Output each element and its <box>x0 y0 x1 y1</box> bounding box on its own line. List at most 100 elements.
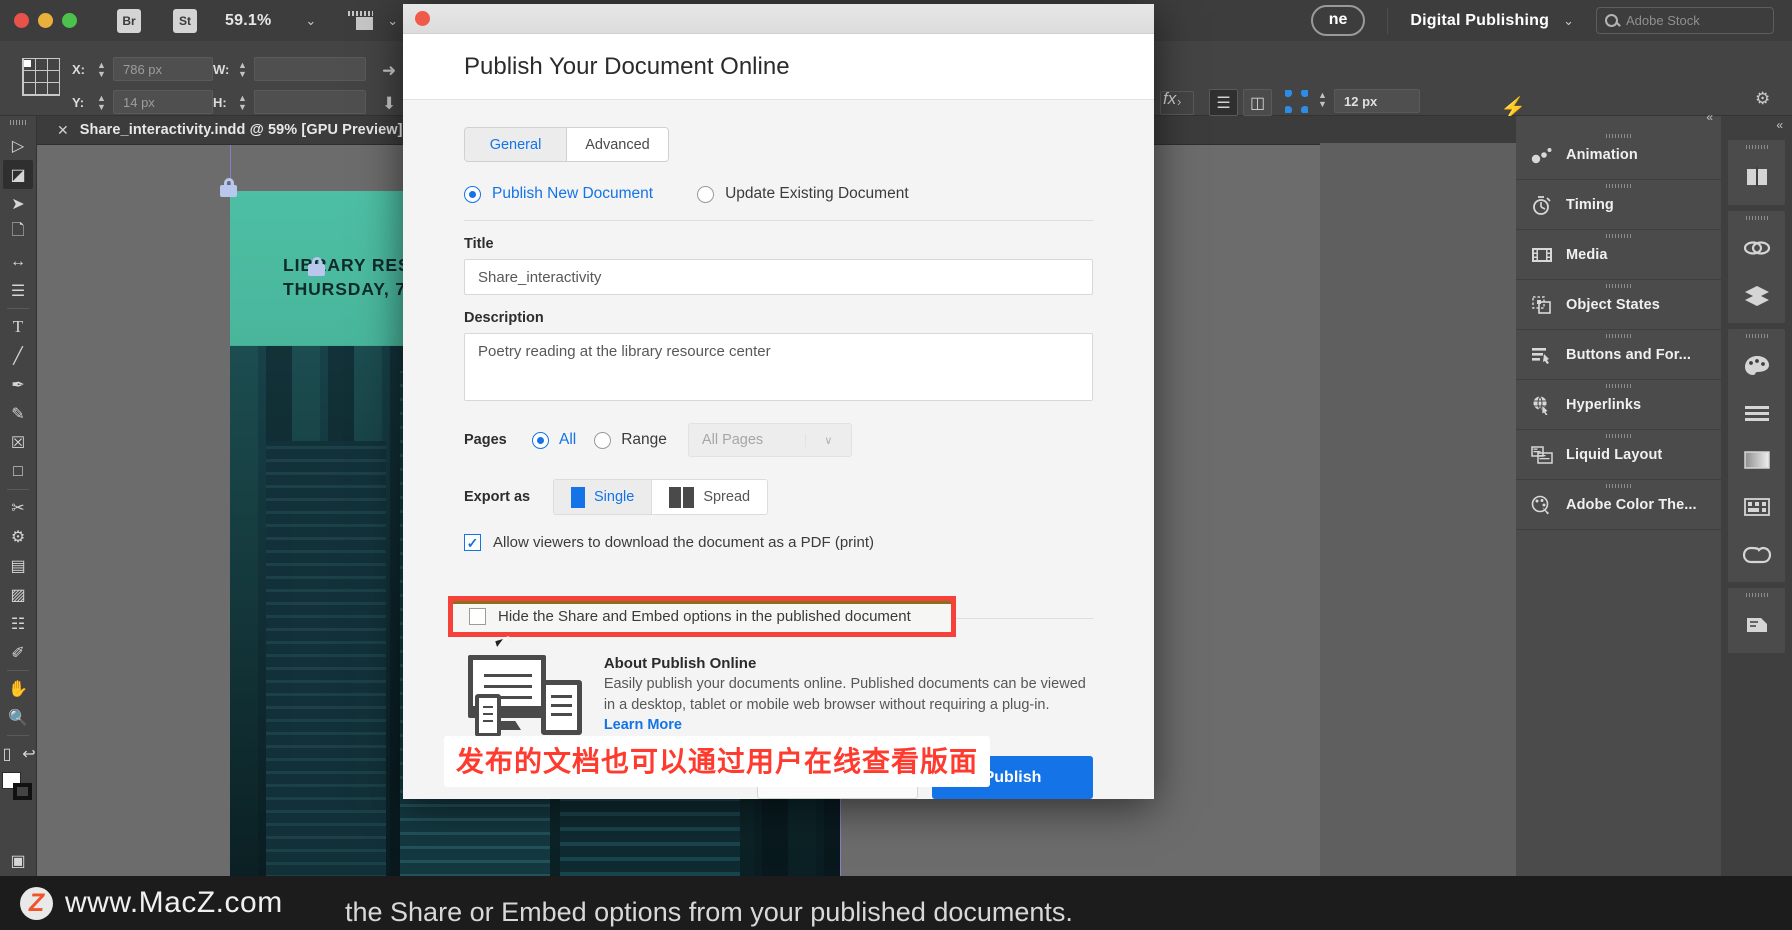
flip-vertical-icon[interactable]: ⬇ <box>382 94 396 114</box>
tool-free-transform[interactable]: ⚙ <box>3 522 33 551</box>
links-icon[interactable] <box>1728 224 1785 271</box>
panel-item-adobe-color-themes[interactable]: Adobe Color The... <box>1516 480 1721 530</box>
panel-grip[interactable] <box>1745 593 1768 597</box>
tool-content-collector[interactable]: ☰ <box>3 276 33 305</box>
panel-item-animation[interactable]: Animation <box>1516 130 1721 180</box>
tool-scissors[interactable]: ✂ <box>3 493 33 522</box>
h-stepper[interactable]: ▲ ▼ <box>236 93 249 111</box>
x-input[interactable]: 786 px <box>113 57 213 81</box>
layers-icon[interactable] <box>1728 271 1785 318</box>
checkbox-hide-share-embed[interactable] <box>469 608 505 648</box>
tool-rectangle[interactable]: □ <box>3 457 33 486</box>
creative-cloud-icon[interactable] <box>1728 530 1785 577</box>
fill-and-stroke-swatches[interactable] <box>2 772 34 802</box>
y-input[interactable]: 14 px <box>113 90 213 114</box>
window-minimize-button[interactable] <box>38 13 53 28</box>
fx-label[interactable]: fx <box>1163 89 1176 109</box>
radio-pages-all[interactable] <box>532 431 549 449</box>
y-position-field-group[interactable]: Y: ▲ ▼ 14 px <box>72 90 213 114</box>
tool-eyedropper[interactable]: ✐ <box>3 638 33 667</box>
tool-selection[interactable]: ▷ <box>3 131 33 160</box>
adobe-bridge-button[interactable]: Br <box>117 8 141 33</box>
width-field-group[interactable]: W: ▲ ▼ <box>213 57 366 81</box>
publish-online-pill[interactable]: ne <box>1310 5 1366 36</box>
tool-zoom[interactable]: 🔍 <box>3 703 33 732</box>
height-field-group[interactable]: H: ▲ ▼ <box>213 90 366 114</box>
tab-advanced[interactable]: Advanced <box>567 128 668 161</box>
workspace-chevron-icon[interactable]: ⌄ <box>1563 13 1574 29</box>
panel-item-liquid-layout[interactable]: Liquid Layout <box>1516 430 1721 480</box>
screen-mode-icon[interactable] <box>346 11 374 30</box>
panel-grip[interactable] <box>1605 284 1632 288</box>
adobe-stock-search[interactable]: Adobe Stock <box>1596 7 1774 34</box>
chevron-down-icon[interactable]: ∨ <box>804 433 851 447</box>
panel-grip[interactable] <box>1745 334 1768 338</box>
panel-grip[interactable] <box>1605 384 1632 388</box>
normal-view-mode-icon[interactable]: ▣ <box>3 846 33 875</box>
x-stepper[interactable]: ▲ ▼ <box>95 60 108 78</box>
panel-item-hyperlinks[interactable]: Hyperlinks <box>1516 380 1721 430</box>
dialog-close-button[interactable] <box>415 11 430 26</box>
swap-fill-stroke-icon[interactable]: ↩ <box>21 739 37 768</box>
tool-line[interactable]: ╱ <box>3 341 33 370</box>
color-icon[interactable] <box>1728 342 1785 389</box>
apply-none-icon[interactable]: ▯ <box>0 739 15 768</box>
window-maximize-button[interactable] <box>62 13 77 28</box>
tool-gradient-feather[interactable]: ▨ <box>3 580 33 609</box>
zoom-level-value[interactable]: 59.1% <box>225 12 271 30</box>
tool-pencil[interactable]: ✎ <box>3 399 33 428</box>
tool-pen[interactable]: ✒ <box>3 370 33 399</box>
pages-icon[interactable] <box>1728 153 1785 200</box>
screen-mode-chevron-icon[interactable]: ⌄ <box>387 13 398 29</box>
panel-grip[interactable] <box>1605 434 1632 438</box>
swatches-icon[interactable] <box>1728 389 1785 436</box>
adobe-stock-button[interactable]: St <box>173 8 197 33</box>
panel-grip[interactable] <box>1745 216 1768 220</box>
export-single-button[interactable]: Single <box>554 480 653 514</box>
y-stepper[interactable]: ▲ ▼ <box>95 93 108 111</box>
panel-grip[interactable] <box>1605 184 1632 188</box>
collapse-panels-icon[interactable]: « <box>1706 110 1713 124</box>
effects-icon[interactable] <box>1728 601 1785 648</box>
radio-pages-range[interactable] <box>594 431 612 449</box>
tools-panel-grip[interactable] <box>10 120 26 125</box>
allow-pdf-download-row[interactable]: Allow viewers to download the document a… <box>464 534 1093 551</box>
flip-horizontal-icon[interactable]: ➜ <box>382 61 396 81</box>
close-icon[interactable]: ✕ <box>57 122 69 139</box>
tool-page[interactable]: 🗋 <box>3 218 33 247</box>
tool-frame[interactable]: ☒ <box>3 428 33 457</box>
radio-publish-new-document[interactable] <box>464 185 481 203</box>
tool-selection-active[interactable]: ◪ <box>3 160 33 189</box>
gradient-icon[interactable] <box>1728 436 1785 483</box>
tool-direct-selection[interactable]: ➤ <box>3 189 33 218</box>
radio-update-existing-document[interactable] <box>697 185 715 203</box>
workspace-switcher-label[interactable]: Digital Publishing <box>1410 12 1549 30</box>
w-stepper[interactable]: ▲ ▼ <box>236 60 249 78</box>
panel-item-media[interactable]: Media <box>1516 230 1721 280</box>
align-left-icon[interactable]: ☰ <box>1209 89 1238 116</box>
x-position-field-group[interactable]: X: ▲ ▼ 786 px <box>72 57 213 81</box>
panel-grip[interactable] <box>1745 145 1768 149</box>
export-spread-button[interactable]: Spread <box>652 480 768 514</box>
zoom-dropdown-chevron-icon[interactable]: ⌄ <box>305 13 316 29</box>
panel-grip[interactable] <box>1605 484 1632 488</box>
tool-gap[interactable]: ↔ <box>3 247 33 276</box>
text-frame-options-icon[interactable]: ◫ <box>1243 89 1272 116</box>
panel-item-buttons-and-forms[interactable]: Buttons and For... <box>1516 330 1721 380</box>
cc-libraries-grid-icon[interactable] <box>1728 483 1785 530</box>
panel-grip[interactable] <box>1605 234 1632 238</box>
reference-point-proxy[interactable] <box>22 58 60 96</box>
title-input[interactable]: Share_interactivity <box>464 259 1093 295</box>
panel-grip[interactable] <box>1605 134 1632 138</box>
tool-type[interactable]: T <box>3 312 33 341</box>
tool-hand[interactable]: ✋ <box>3 674 33 703</box>
learn-more-link[interactable]: Learn More <box>604 717 1093 733</box>
w-input[interactable] <box>254 57 366 81</box>
description-textarea[interactable]: Poetry reading at the library resource c… <box>464 333 1093 401</box>
tool-note[interactable]: ☷ <box>3 609 33 638</box>
panel-item-object-states[interactable]: Object States <box>1516 280 1721 330</box>
panel-grip[interactable] <box>1605 334 1632 338</box>
gear-icon[interactable]: ⚙ <box>1755 89 1770 109</box>
tool-gradient-swatch[interactable]: ▤ <box>3 551 33 580</box>
expand-panels-icon[interactable]: « <box>1776 118 1783 132</box>
